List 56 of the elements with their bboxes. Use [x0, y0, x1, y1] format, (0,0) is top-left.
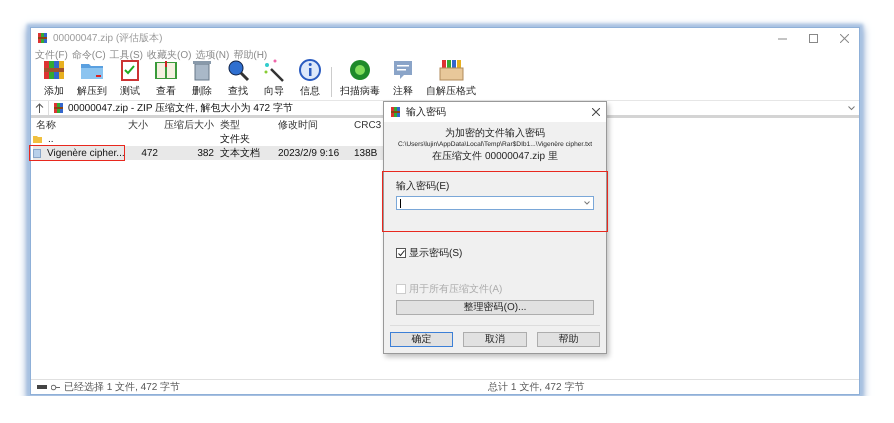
- maximize-icon[interactable]: [809, 34, 818, 42]
- table-cell-text: 2023/2/9 9:16: [277, 148, 340, 158]
- menu-item[interactable]: 帮助(H): [233, 48, 268, 62]
- table-cell-text: 文件夹: [219, 132, 251, 146]
- toolbar-button[interactable]: 自解压格式: [422, 57, 480, 100]
- table-cell-text: Vigenère cipher...: [46, 148, 126, 158]
- table-cell-text: 138B: [353, 148, 378, 158]
- checkbox-label: 用于所有压缩文件(A): [409, 282, 502, 296]
- table-cell-text: 382: [196, 148, 215, 158]
- dialog-button[interactable]: 帮助: [536, 332, 600, 347]
- window-title: 00000047.zip (评估版本): [53, 32, 164, 45]
- message-text: 为加密的文件输入密码: [445, 126, 545, 140]
- menu-item[interactable]: 命令(C): [72, 48, 106, 62]
- column-header[interactable]: 压缩后大小: [161, 118, 217, 132]
- caret-icon: [584, 201, 590, 205]
- table-cell-text: 472: [140, 148, 159, 158]
- show-password-checkbox[interactable]: [396, 248, 406, 258]
- scan-icon: [347, 57, 373, 83]
- column-header[interactable]: 类型: [217, 118, 275, 132]
- dialog-button[interactable]: 确定: [390, 332, 454, 347]
- toolbar-button[interactable]: 扫描病毒: [336, 57, 384, 100]
- column-header[interactable]: 名称: [33, 118, 125, 132]
- menu-item[interactable]: 收藏夹(O): [147, 48, 192, 62]
- organize-passwords-button[interactable]: 整理密码(O)...: [396, 300, 594, 315]
- key-icon: [51, 384, 60, 390]
- dialog-button[interactable]: 取消: [463, 332, 527, 347]
- info-icon: [297, 57, 323, 83]
- table-cell-text: 文本文档: [219, 146, 261, 160]
- column-header[interactable]: CRC3: [351, 120, 383, 130]
- menu-item[interactable]: 选项(N): [195, 48, 230, 62]
- close-icon[interactable]: [592, 108, 600, 116]
- file-row[interactable]: .. 文件夹: [33, 132, 383, 146]
- table-cell-text: ..: [47, 134, 55, 144]
- message-text: 在压缩文件 00000047.zip 里: [432, 150, 558, 163]
- path-text: 00000047.zip - ZIP 压缩文件, 解包大小为 472 字节: [68, 102, 293, 115]
- toolbar-button[interactable]: 注释: [386, 57, 420, 100]
- menu-item[interactable]: 文件(F): [35, 48, 68, 62]
- toolbar-button[interactable]: 信息: [293, 57, 327, 100]
- app-icon: [390, 106, 401, 118]
- box-icon: [438, 57, 464, 83]
- password-field[interactable]: [396, 196, 594, 210]
- drive-icon: [37, 384, 47, 390]
- folder-icon: [33, 135, 42, 143]
- status-text: 已经选择 1 文件, 472 字节: [64, 380, 180, 394]
- dialog-title: 输入密码: [406, 106, 447, 119]
- app-icon: [37, 32, 48, 44]
- archive-icon: [53, 102, 64, 114]
- field-label: 输入密码(E): [396, 181, 450, 192]
- caret-icon: [848, 106, 855, 110]
- status-text: 总计 1 文件, 472 字节: [488, 380, 584, 394]
- menu-item[interactable]: 工具(S): [110, 48, 144, 62]
- up-arrow-icon: [35, 103, 44, 113]
- document-icon: [33, 148, 41, 158]
- checkbox-label: 显示密码(S): [409, 246, 462, 260]
- column-header[interactable]: 修改时间: [275, 118, 351, 132]
- column-header[interactable]: 大小: [125, 118, 161, 132]
